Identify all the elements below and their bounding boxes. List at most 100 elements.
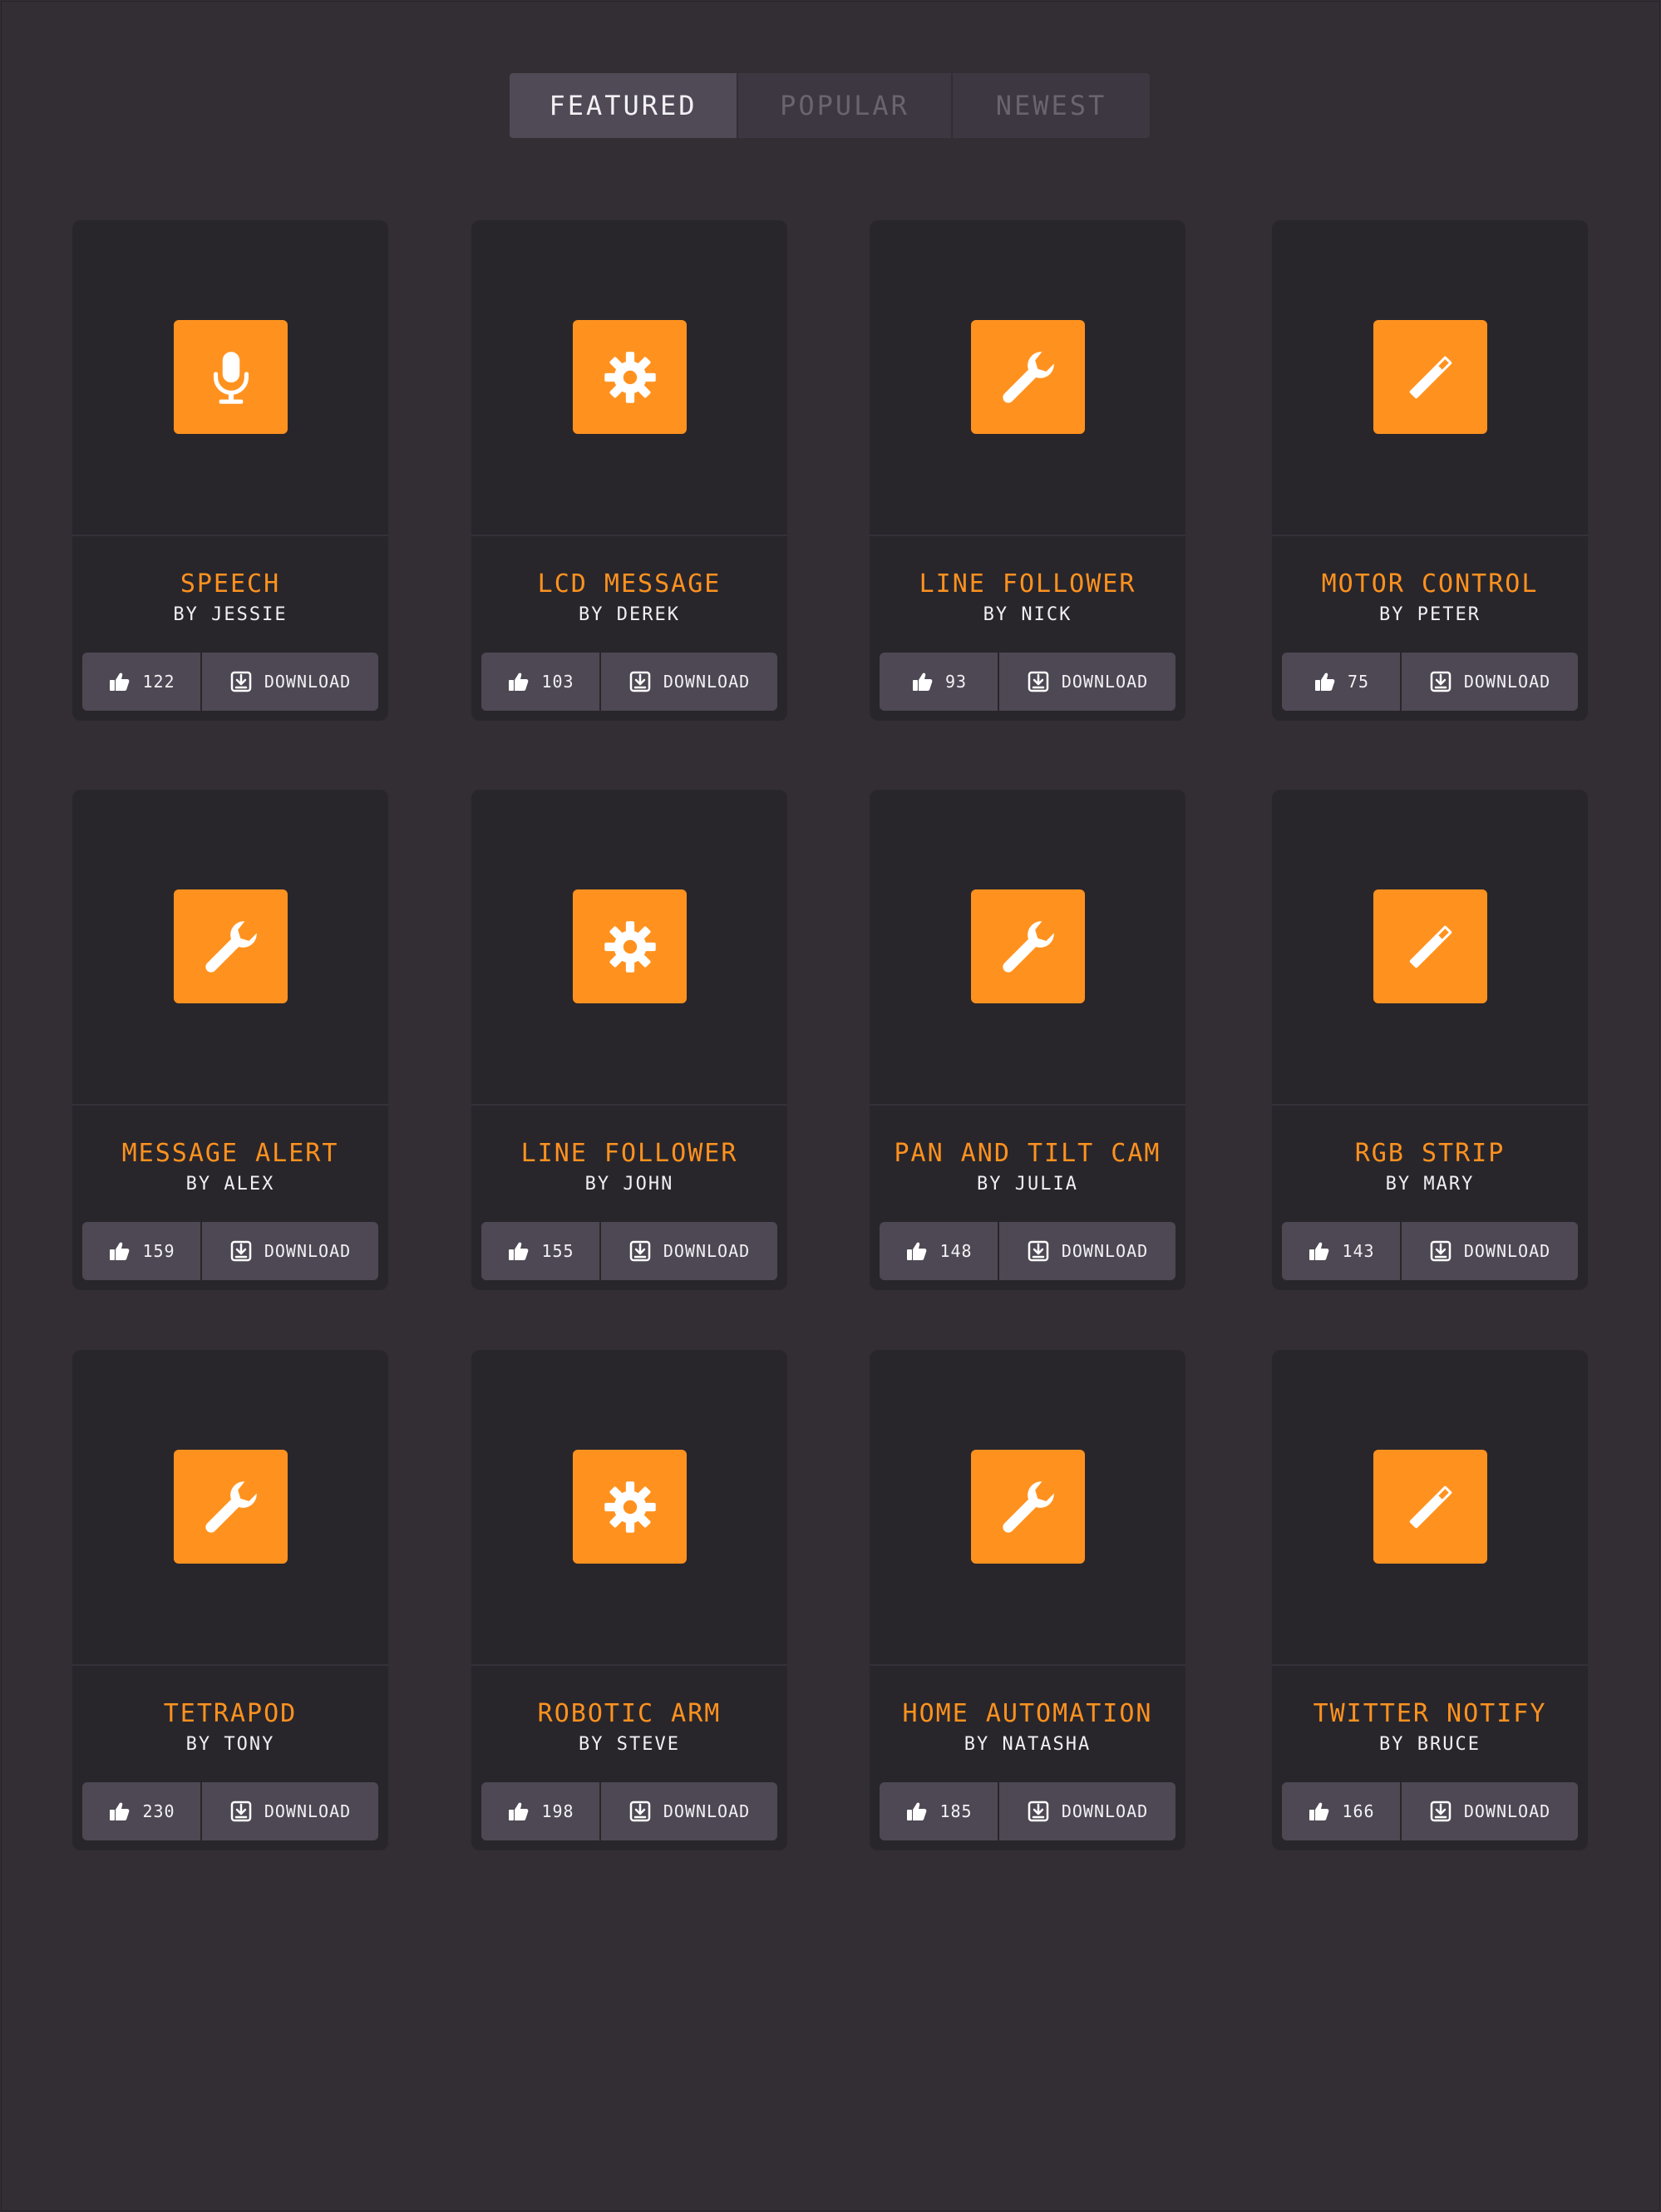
wrench-icon [971, 320, 1085, 434]
card-thumbnail [471, 220, 787, 536]
card-actions: 230 Download [82, 1782, 378, 1840]
card-title: Line Follower [520, 1139, 738, 1168]
card-thumbnail [72, 790, 388, 1106]
like-button[interactable]: 166 [1282, 1782, 1400, 1840]
card-title: LCD Message [537, 569, 722, 599]
like-count: 185 [939, 1801, 973, 1821]
like-button[interactable]: 159 [82, 1222, 200, 1280]
project-card[interactable]: Message Alert By Alex 159 Download [72, 790, 388, 1290]
thumbs-up-icon [912, 672, 933, 691]
card-title: Line Follower [919, 569, 1136, 599]
thumbs-up-icon [110, 1802, 130, 1820]
card-author: By Julia [977, 1174, 1078, 1195]
download-button[interactable]: Download [601, 653, 777, 711]
project-card[interactable]: Robotic Arm By Steve 198 Download [471, 1350, 787, 1850]
download-button[interactable]: Download [1402, 1782, 1578, 1840]
gear-icon [573, 1450, 687, 1564]
download-button[interactable]: Download [601, 1782, 777, 1840]
card-title: Message Alert [121, 1139, 339, 1168]
card-actions: 148 Download [880, 1222, 1176, 1280]
project-card[interactable]: Home Automation By Natasha 185 Download [870, 1350, 1185, 1850]
download-button[interactable]: Download [1402, 653, 1578, 711]
card-author: By Steve [579, 1734, 680, 1755]
card-thumbnail [72, 1350, 388, 1666]
like-button[interactable]: 143 [1282, 1222, 1400, 1280]
like-button[interactable]: 155 [481, 1222, 599, 1280]
magic-wand-icon [1373, 320, 1487, 434]
download-button[interactable]: Download [601, 1222, 777, 1280]
like-button[interactable]: 93 [880, 653, 998, 711]
project-card[interactable]: Twitter Notify By Bruce 166 Download [1272, 1350, 1588, 1850]
download-button[interactable]: Download [202, 653, 378, 711]
like-count: 103 [541, 672, 574, 692]
tab-bar: Featured Popular Newest [510, 73, 1150, 138]
card-actions: 75 Download [1282, 653, 1578, 711]
like-count: 143 [1342, 1241, 1375, 1261]
download-button[interactable]: Download [1402, 1222, 1578, 1280]
thumbs-up-icon [110, 1242, 130, 1260]
card-author: By Jessie [173, 604, 288, 625]
download-label: Download [1463, 1801, 1551, 1821]
card-author: By Natasha [964, 1734, 1092, 1755]
wrench-icon [971, 889, 1085, 1003]
thumbs-up-icon [110, 672, 130, 691]
download-button[interactable]: Download [999, 1782, 1176, 1840]
card-thumbnail [870, 790, 1185, 1106]
thumbs-up-icon [509, 1242, 529, 1260]
gear-icon [573, 320, 687, 434]
project-card[interactable]: Motor Control By Peter 75 Download [1272, 220, 1588, 721]
download-label: Download [1061, 1801, 1149, 1821]
like-button[interactable]: 198 [481, 1782, 599, 1840]
card-author: By Nick [983, 604, 1072, 625]
download-button[interactable]: Download [202, 1222, 378, 1280]
project-card[interactable]: Pan and Tilt Cam By Julia 148 Download [870, 790, 1185, 1290]
download-button[interactable]: Download [999, 653, 1176, 711]
project-card[interactable]: Speech By Jessie 122 Download [72, 220, 388, 721]
like-button[interactable]: 122 [82, 653, 200, 711]
download-label: Download [264, 672, 352, 692]
tab-featured[interactable]: Featured [510, 73, 737, 138]
project-card[interactable]: Tetrapod By Tony 230 Download [72, 1350, 388, 1850]
project-card[interactable]: LCD Message By Derek 103 Download [471, 220, 787, 721]
download-label: Download [663, 1241, 751, 1261]
card-actions: 122 Download [82, 653, 378, 711]
like-button[interactable]: 148 [880, 1222, 998, 1280]
card-author: By Peter [1379, 604, 1481, 625]
card-author: By John [584, 1174, 674, 1195]
project-card[interactable]: Line Follower By John 155 Download [471, 790, 787, 1290]
download-icon [1028, 671, 1049, 692]
download-button[interactable]: Download [202, 1782, 378, 1840]
download-label: Download [663, 672, 751, 692]
like-button[interactable]: 185 [880, 1782, 998, 1840]
card-thumbnail [870, 220, 1185, 536]
like-count: 93 [944, 672, 968, 692]
magic-wand-icon [1373, 1450, 1487, 1564]
project-card[interactable]: Line Follower By Nick 93 Download [870, 220, 1185, 721]
card-title: Tetrapod [163, 1699, 298, 1728]
project-card[interactable]: RGB Strip By Mary 143 Download [1272, 790, 1588, 1290]
like-count: 148 [939, 1241, 973, 1261]
download-icon [1028, 1801, 1049, 1822]
card-title: Twitter Notify [1313, 1699, 1547, 1728]
tab-popular[interactable]: Popular [737, 73, 951, 138]
tab-newest[interactable]: Newest [951, 73, 1150, 138]
download-button[interactable]: Download [999, 1222, 1176, 1280]
like-count: 198 [541, 1801, 574, 1821]
download-label: Download [264, 1241, 352, 1261]
card-thumbnail [870, 1350, 1185, 1666]
download-label: Download [1463, 672, 1551, 692]
card-thumbnail [1272, 220, 1588, 536]
card-thumbnail [1272, 1350, 1588, 1666]
card-actions: 103 Download [481, 653, 777, 711]
card-title: RGB Strip [1354, 1139, 1506, 1168]
wrench-icon [174, 889, 288, 1003]
like-button[interactable]: 230 [82, 1782, 200, 1840]
card-thumbnail [471, 790, 787, 1106]
like-button[interactable]: 103 [481, 653, 599, 711]
like-button[interactable]: 75 [1282, 653, 1400, 711]
download-icon [230, 1801, 252, 1822]
wrench-icon [174, 1450, 288, 1564]
magic-wand-icon [1373, 889, 1487, 1003]
download-icon [629, 671, 651, 692]
card-actions: 93 Download [880, 653, 1176, 711]
